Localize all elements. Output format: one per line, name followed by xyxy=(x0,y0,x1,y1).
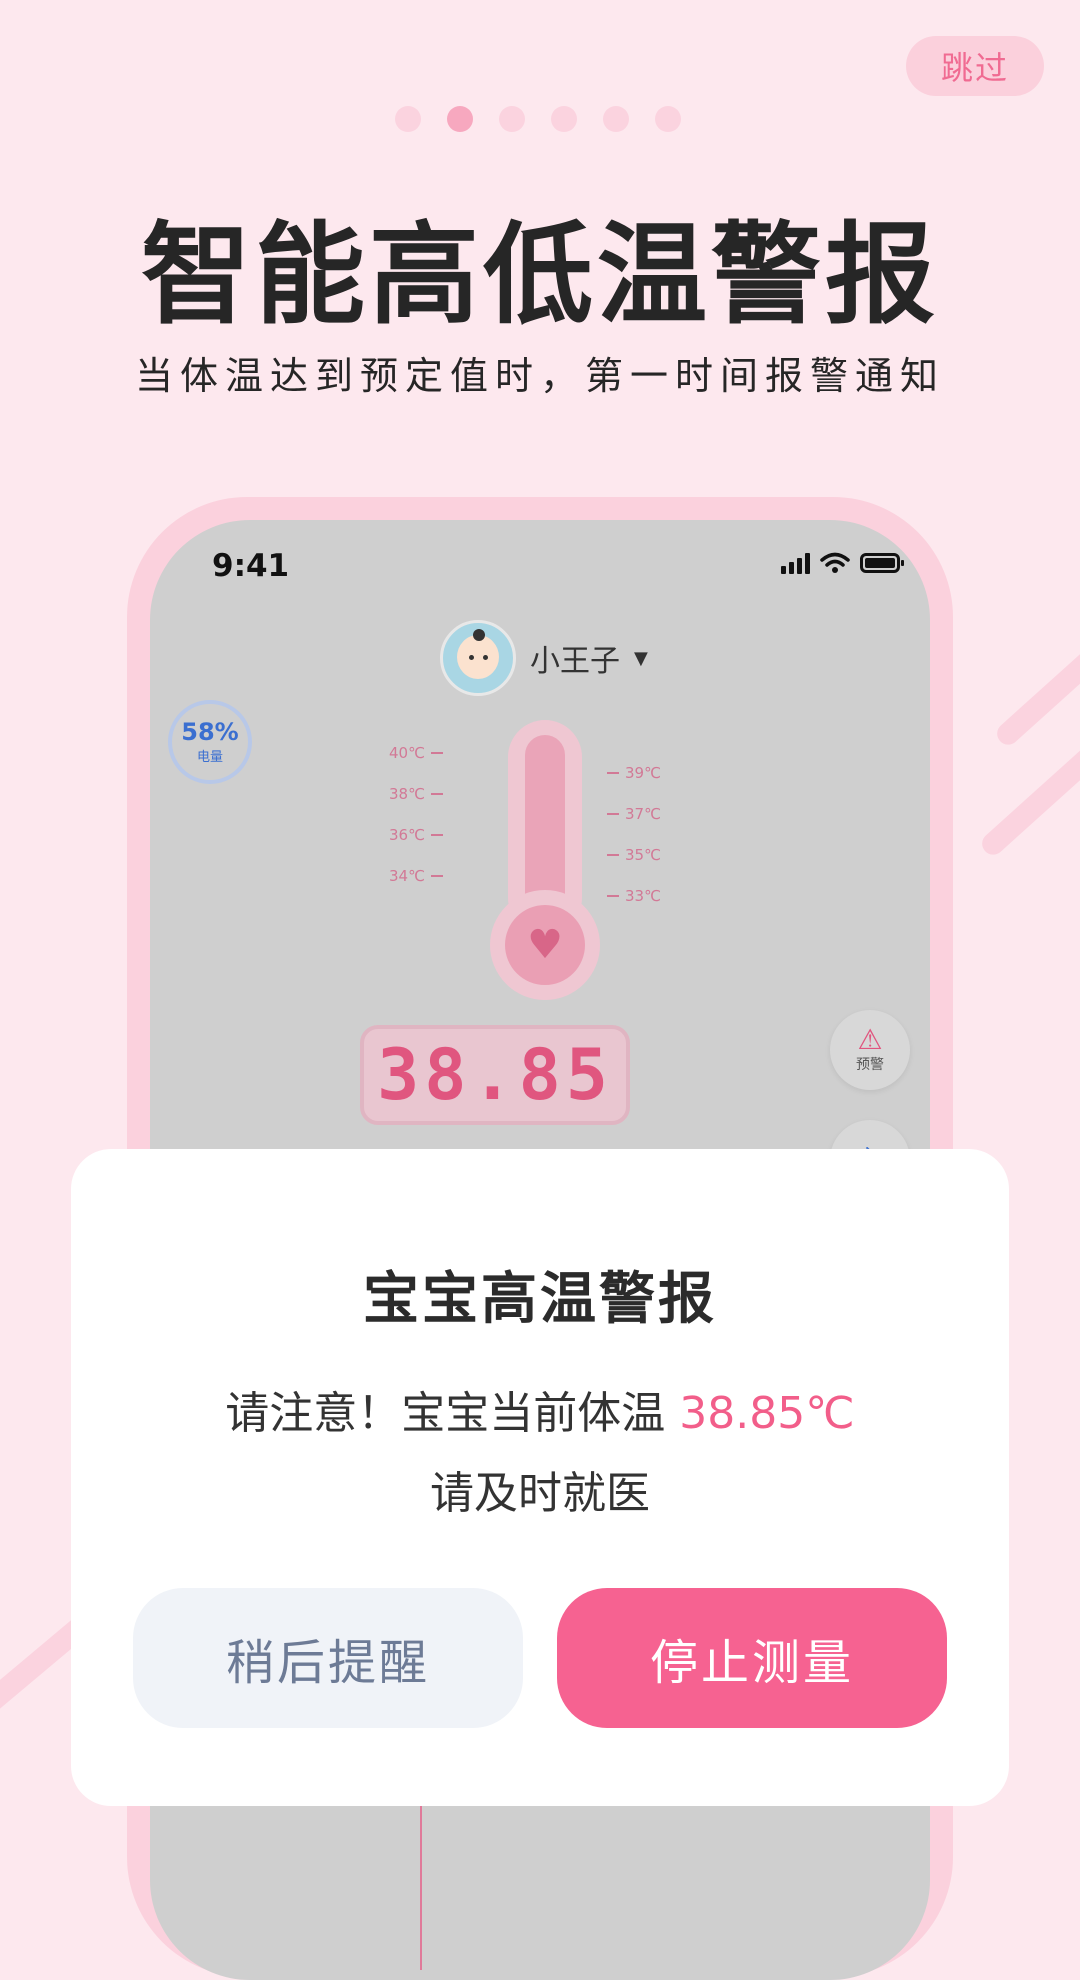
message-advice: 请及时就医 xyxy=(430,1468,650,1519)
profile-selector[interactable]: 小王子 ▼ xyxy=(440,620,648,696)
page-title: 智能高低温警报 xyxy=(141,211,939,339)
alert-dialog: 宝宝高温警报 请注意！宝宝当前体温 38.85℃ 请及时就医 稍后提醒 停止测量 xyxy=(71,1149,1009,1806)
scale-tick: 38℃ xyxy=(389,773,443,814)
wifi-icon xyxy=(820,552,850,574)
page-dot[interactable] xyxy=(499,106,525,132)
heart-icon: ♥ xyxy=(505,905,585,985)
page-dot[interactable] xyxy=(603,106,629,132)
scale-tick: 40℃ xyxy=(389,732,443,773)
scale-tick: 33℃ xyxy=(607,875,661,916)
dialog-title: 宝宝高温警报 xyxy=(363,1267,717,1332)
thermometer: ♥ 40℃ 38℃ 36℃ 34℃ 39℃ 37℃ 35℃ 33℃ xyxy=(365,720,725,1020)
stop-measurement-button[interactable]: 停止测量 xyxy=(557,1588,947,1728)
scale-tick: 35℃ xyxy=(607,834,661,875)
remind-later-button[interactable]: 稍后提醒 xyxy=(133,1588,523,1728)
page-dot-active[interactable] xyxy=(447,106,473,132)
page-dot[interactable] xyxy=(395,106,421,132)
battery-label: 电量 xyxy=(196,749,223,765)
decorative-stripe xyxy=(992,632,1080,750)
dialog-message: 请注意！宝宝当前体温 38.85℃ 请及时就医 xyxy=(71,1374,1009,1534)
battery-percent: 58% xyxy=(181,718,239,747)
message-temperature: 38.85℃ xyxy=(679,1388,855,1439)
pagination-dots xyxy=(395,106,681,132)
scale-tick: 37℃ xyxy=(607,793,661,834)
alert-button[interactable]: ⚠ 预警 xyxy=(830,1010,910,1090)
profile-name: 小王子 xyxy=(530,644,620,679)
avatar xyxy=(440,620,516,696)
siren-icon: ⚠ xyxy=(857,1023,883,1056)
battery-level-ring: 58% 电量 xyxy=(168,700,252,784)
page-subtitle: 当体温达到预定值时，第一时间报警通知 xyxy=(134,354,945,398)
skip-button[interactable]: 跳过 xyxy=(906,36,1044,96)
page-dot[interactable] xyxy=(551,106,577,132)
scale-tick: 34℃ xyxy=(389,855,443,896)
scale-tick: 39℃ xyxy=(607,752,661,793)
thermometer-scale-right: 39℃ 37℃ 35℃ 33℃ xyxy=(607,752,661,916)
status-icons xyxy=(781,552,904,574)
temperature-reading: 38.85 xyxy=(360,1025,630,1125)
decorative-stripe xyxy=(977,735,1080,860)
alert-label: 预警 xyxy=(856,1057,884,1073)
scale-tick: 36℃ xyxy=(389,814,443,855)
status-time: 9:41 xyxy=(212,548,290,584)
signal-icon xyxy=(781,552,810,574)
chevron-down-icon: ▼ xyxy=(634,647,648,669)
page-dot[interactable] xyxy=(655,106,681,132)
battery-icon xyxy=(860,553,904,573)
message-text: 请注意！宝宝当前体温 xyxy=(225,1388,666,1439)
thermometer-scale-left: 40℃ 38℃ 36℃ 34℃ xyxy=(389,732,443,896)
